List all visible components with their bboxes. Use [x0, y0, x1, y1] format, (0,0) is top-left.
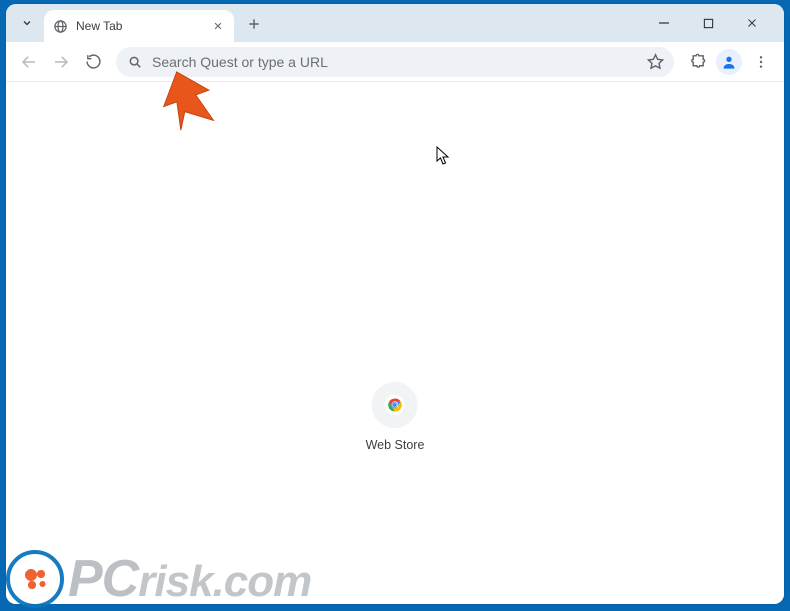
reload-icon	[85, 53, 102, 70]
tab-search-dropdown[interactable]	[14, 10, 40, 36]
profile-button[interactable]	[716, 49, 742, 75]
window-controls	[642, 4, 776, 42]
extensions-button[interactable]	[682, 47, 712, 77]
shortcut-tile	[372, 382, 418, 428]
page-content: Web Store	[6, 82, 784, 604]
shortcut-web-store[interactable]: Web Store	[366, 382, 425, 452]
puzzle-icon	[689, 53, 706, 70]
address-bar[interactable]	[116, 47, 674, 77]
tab-strip: New Tab	[6, 4, 784, 42]
close-icon	[746, 17, 758, 29]
star-icon	[647, 53, 664, 70]
kebab-menu-icon	[753, 54, 769, 70]
search-icon	[128, 55, 142, 69]
minimize-icon	[658, 17, 670, 29]
tab-close-button[interactable]	[210, 18, 226, 34]
watermark: PCrisk.com	[6, 549, 311, 609]
close-icon	[213, 21, 223, 31]
maximize-icon	[703, 18, 714, 29]
back-button[interactable]	[14, 47, 44, 77]
watermark-logo-icon	[6, 550, 64, 608]
web-store-icon	[384, 394, 406, 416]
tab-new-tab[interactable]: New Tab	[44, 10, 234, 42]
menu-button[interactable]	[746, 47, 776, 77]
bookmark-button[interactable]	[647, 53, 664, 70]
plus-icon	[247, 17, 261, 31]
globe-icon	[52, 18, 68, 34]
new-tab-button[interactable]	[240, 10, 268, 38]
watermark-text: PCrisk.com	[68, 549, 311, 609]
browser-window: New Tab	[6, 4, 784, 604]
reload-button[interactable]	[78, 47, 108, 77]
tab-title: New Tab	[76, 19, 202, 33]
toolbar	[6, 42, 784, 82]
arrow-left-icon	[20, 53, 38, 71]
chevron-down-icon	[21, 17, 33, 29]
forward-button[interactable]	[46, 47, 76, 77]
person-icon	[721, 54, 737, 70]
maximize-button[interactable]	[686, 7, 730, 39]
arrow-right-icon	[52, 53, 70, 71]
url-input[interactable]	[152, 54, 637, 70]
shortcut-label: Web Store	[366, 438, 425, 452]
close-window-button[interactable]	[730, 7, 774, 39]
minimize-button[interactable]	[642, 7, 686, 39]
